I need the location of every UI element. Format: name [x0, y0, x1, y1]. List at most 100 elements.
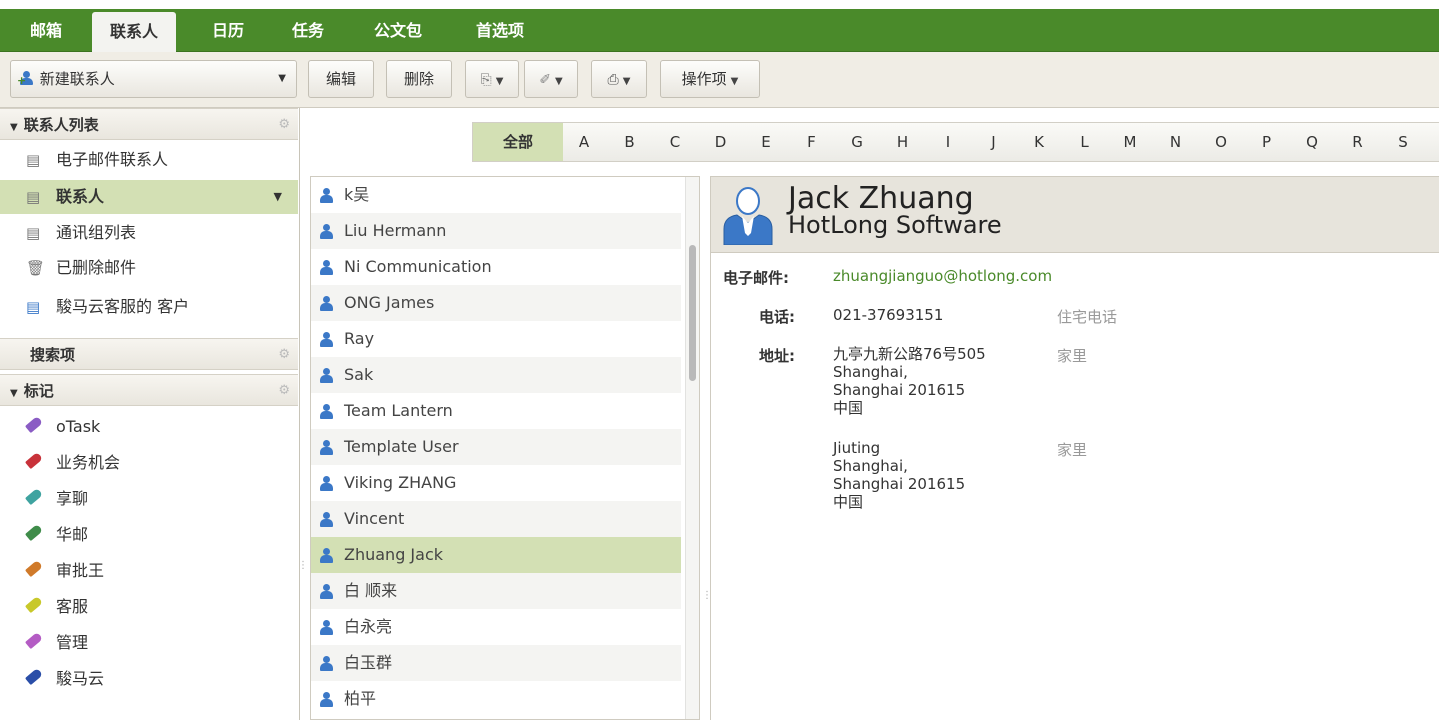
sidebar-tag-support[interactable]: 客服: [0, 590, 298, 624]
tag-button[interactable]: ✐ ▼: [524, 60, 578, 98]
move-button[interactable]: ⎘ ▼: [465, 60, 519, 98]
alphabet-filter: 全部 ABCDEFGHIJKLMNOPQRS: [472, 122, 1439, 162]
sidebar-tag-otask[interactable]: oTask: [0, 410, 298, 444]
tab-preferences[interactable]: 首选项: [458, 9, 542, 52]
sidebar-tag-label: 客服: [56, 597, 89, 616]
contact-row[interactable]: k吴: [311, 177, 681, 213]
alpha-filter-letter[interactable]: K: [1024, 123, 1054, 161]
address-block: Jiuting Shanghai, Shanghai 201615 中国: [833, 439, 965, 511]
alpha-filter-letter[interactable]: G: [842, 123, 872, 161]
alpha-filter-letter[interactable]: S: [1388, 123, 1418, 161]
alpha-filter-letter[interactable]: F: [797, 123, 827, 161]
alpha-filter-letter[interactable]: P: [1252, 123, 1282, 161]
splitter-handle[interactable]: ⋮: [298, 560, 308, 580]
sidebar-item-trash[interactable]: 🗑 已删除邮件: [0, 251, 298, 285]
tab-mail[interactable]: 邮箱: [12, 9, 80, 52]
alpha-filter-letter[interactable]: D: [706, 123, 736, 161]
sidebar-item-shared-customers[interactable]: ▤ 駿马云客服的 客户: [0, 290, 298, 324]
alpha-filter-letter[interactable]: B: [615, 123, 645, 161]
contact-row[interactable]: Ni Communication: [311, 249, 681, 285]
tag-icon: [24, 415, 44, 434]
alpha-filter-letter[interactable]: E: [751, 123, 781, 161]
person-icon-body: [320, 267, 333, 275]
alpha-filter-letter[interactable]: A: [569, 123, 599, 161]
gear-icon[interactable]: ⚙: [278, 339, 290, 371]
addressbook-icon: ▤: [26, 224, 41, 242]
chevron-down-icon[interactable]: ▼: [274, 180, 282, 214]
sidebar: ▼ 联系人列表 ⚙ ▤ 电子邮件联系人 ▤ 联系人 ▼ ▤ 通讯组列表 🗑 已删除…: [0, 108, 300, 720]
alpha-filter-letter[interactable]: C: [660, 123, 690, 161]
alpha-filter-all[interactable]: 全部: [473, 123, 563, 161]
sidebar-tag-xiangliao[interactable]: 享聊: [0, 482, 298, 516]
email-link[interactable]: zhuangjianguo@hotlong.com: [833, 267, 1052, 285]
sidebar-tag-junmayun[interactable]: 駿马云: [0, 662, 298, 696]
collapse-triangle-icon[interactable]: ▼: [10, 388, 18, 399]
person-icon: [320, 404, 333, 419]
contact-lists-header[interactable]: ▼ 联系人列表 ⚙: [0, 108, 298, 140]
sidebar-item-distribution-lists[interactable]: ▤ 通讯组列表: [0, 216, 298, 250]
contact-row[interactable]: 白玉群: [311, 645, 681, 681]
contact-name-label: Sak: [344, 365, 374, 384]
sidebar-tag-label: 审批王: [56, 561, 105, 580]
contact-row[interactable]: Vincent: [311, 501, 681, 537]
contact-row[interactable]: Zhuang Jack: [311, 537, 681, 573]
person-icon-body: [320, 591, 333, 599]
contact-row[interactable]: 白永亮: [311, 609, 681, 645]
contact-row[interactable]: Team Lantern: [311, 393, 681, 429]
scrollbar[interactable]: [685, 177, 699, 719]
contact-row[interactable]: Ray: [311, 321, 681, 357]
chevron-down-icon[interactable]: ▼: [278, 61, 286, 97]
tab-contacts[interactable]: 联系人: [92, 12, 177, 52]
edit-button[interactable]: 编辑: [308, 60, 374, 98]
sidebar-item-contacts[interactable]: ▤ 联系人 ▼: [0, 180, 298, 214]
gear-icon[interactable]: ⚙: [278, 375, 290, 407]
sidebar-tag-huayou[interactable]: 华邮: [0, 518, 298, 552]
alpha-filter-letter[interactable]: O: [1206, 123, 1236, 161]
tag-icon: [24, 595, 44, 614]
splitter-handle[interactable]: ⋮: [702, 590, 712, 610]
sidebar-item-email-contacts[interactable]: ▤ 电子邮件联系人: [0, 143, 298, 177]
alpha-filter-letter[interactable]: Q: [1297, 123, 1327, 161]
collapse-triangle-icon[interactable]: ▼: [10, 122, 18, 133]
scrollbar-thumb[interactable]: [689, 245, 696, 381]
contact-row[interactable]: Liu Hermann: [311, 213, 681, 249]
tab-briefcase[interactable]: 公文包: [356, 9, 440, 52]
person-icon: [320, 188, 333, 203]
contact-row[interactable]: 柏平: [311, 681, 681, 717]
sidebar-tag-management[interactable]: 管理: [0, 626, 298, 660]
alpha-filter-letter[interactable]: R: [1343, 123, 1373, 161]
contact-row[interactable]: Viking ZHANG: [311, 465, 681, 501]
contact-row[interactable]: Sak: [311, 357, 681, 393]
tab-tasks[interactable]: 任务: [274, 9, 342, 52]
person-icon-body: [320, 195, 333, 203]
contact-row[interactable]: ONG James: [311, 285, 681, 321]
alpha-filter-letter[interactable]: H: [888, 123, 918, 161]
actions-menu-button[interactable]: 操作项 ▼: [660, 60, 760, 98]
contact-name-label: k吴: [344, 185, 370, 204]
searches-header[interactable]: 搜索项 ⚙: [0, 338, 298, 370]
sidebar-item-label: 电子邮件联系人: [56, 150, 169, 169]
tag-icon: [24, 451, 44, 470]
print-button[interactable]: ⎙ ▼: [591, 60, 647, 98]
tags-header[interactable]: ▼ 标记 ⚙: [0, 374, 298, 406]
contact-name-label: 白 顺来: [344, 581, 398, 600]
new-contact-button[interactable]: + 新建联系人 ▼: [10, 60, 297, 98]
person-icon-body: [320, 375, 333, 383]
alpha-filter-letter[interactable]: L: [1070, 123, 1100, 161]
new-contact-label: 新建联系人: [39, 70, 115, 88]
sidebar-item-label: 联系人: [56, 187, 105, 206]
gear-icon[interactable]: ⚙: [278, 109, 290, 141]
sidebar-tag-approval[interactable]: 审批王: [0, 554, 298, 588]
person-icon-head: [323, 296, 330, 303]
alpha-filter-letter[interactable]: N: [1161, 123, 1191, 161]
delete-button[interactable]: 删除: [386, 60, 452, 98]
person-icon-head: [323, 692, 330, 699]
alpha-filter-letter[interactable]: I: [933, 123, 963, 161]
alpha-filter-letter[interactable]: M: [1115, 123, 1145, 161]
sidebar-tag-business[interactable]: 业务机会: [0, 446, 298, 480]
contact-row[interactable]: 白 顺来: [311, 573, 681, 609]
tab-calendar[interactable]: 日历: [194, 9, 262, 52]
contact-row[interactable]: Template User: [311, 429, 681, 465]
alpha-filter-letter[interactable]: J: [979, 123, 1009, 161]
person-icon-body: [320, 411, 333, 419]
